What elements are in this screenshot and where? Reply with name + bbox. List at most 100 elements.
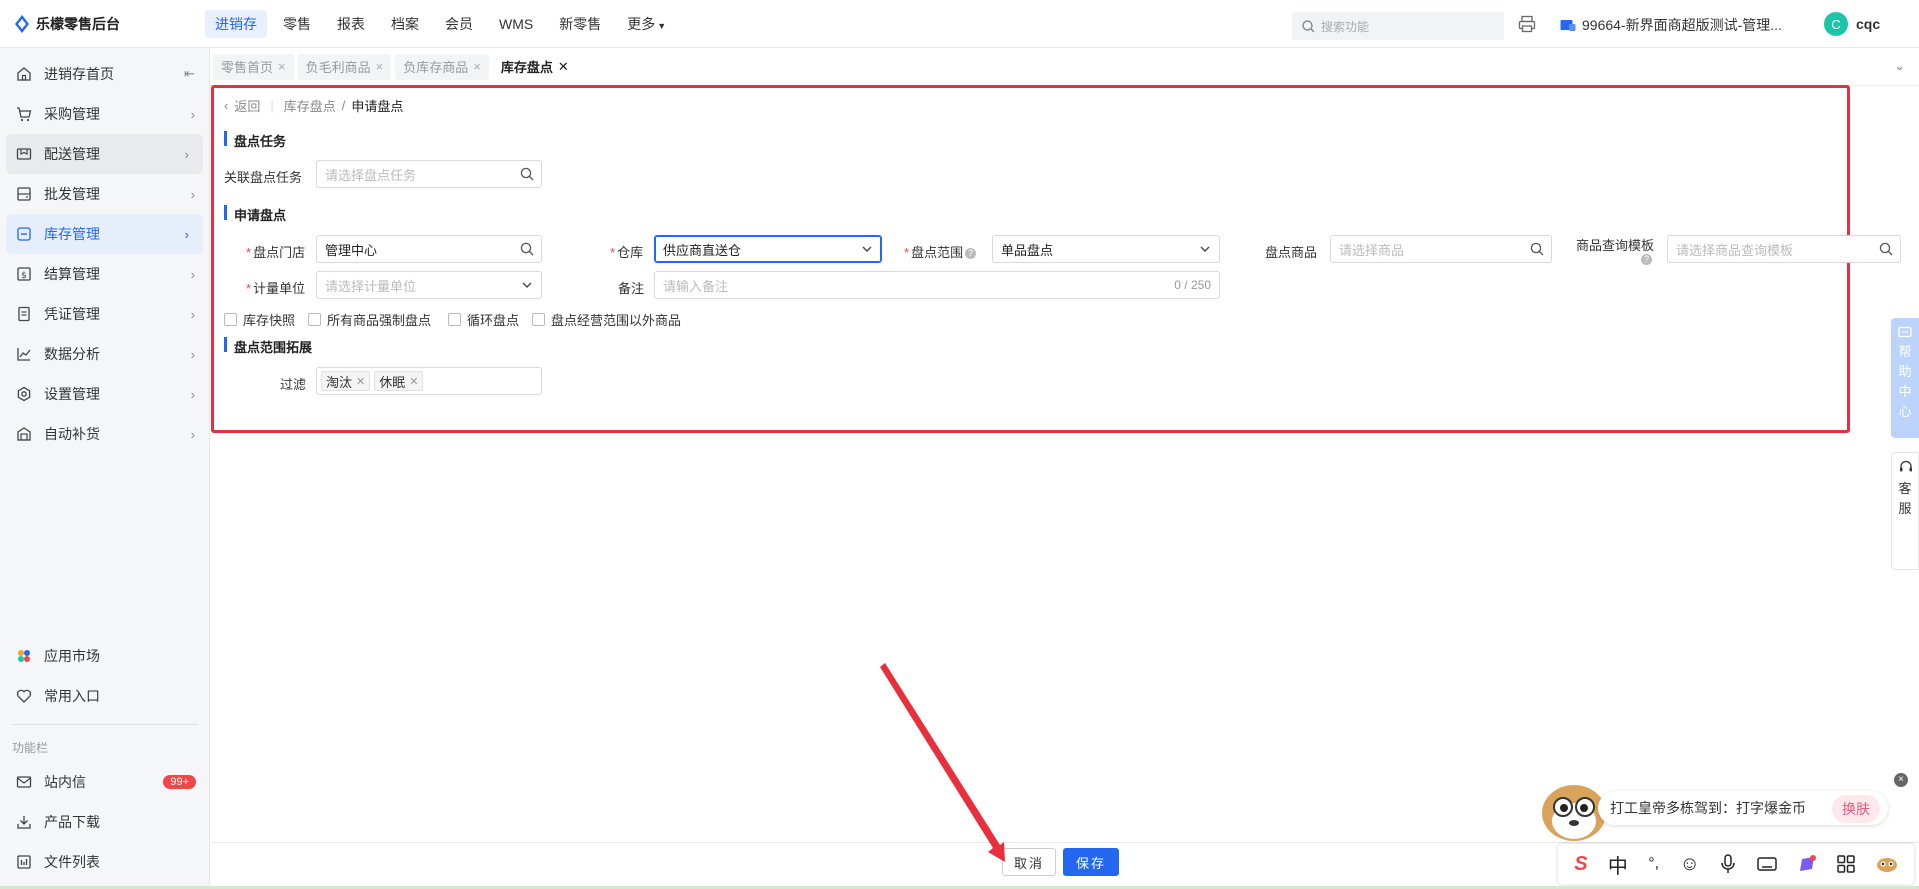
close-icon[interactable]: ✕ xyxy=(409,375,418,388)
app-logo[interactable]: 乐檬零售后台 xyxy=(0,14,205,34)
skin-button[interactable]: 换肤 xyxy=(1832,795,1880,823)
help-center-tab[interactable]: 帮 助 中 心 xyxy=(1891,318,1919,438)
sidebar-item-home[interactable]: 进销存首页 ⇤ xyxy=(0,54,209,94)
topnav-item-inventory[interactable]: 进销存 xyxy=(205,9,267,38)
tag-label: 休眠 xyxy=(379,374,406,390)
back-link[interactable]: ‹ 返回 xyxy=(224,96,260,115)
topnav-item-members[interactable]: 会员 xyxy=(435,10,483,38)
checkbox-cycle[interactable]: 循环盘点 xyxy=(448,310,519,329)
mascot-icon[interactable] xyxy=(1876,855,1898,873)
sidebar-item-label: 库存管理 xyxy=(44,226,100,242)
checkbox-out-of-scope[interactable]: 盘点经营范围以外商品 xyxy=(532,310,681,329)
sidebar-item-files[interactable]: 文件列表 xyxy=(0,842,210,882)
remark-input[interactable]: 请输入备注 0 / 250 xyxy=(654,271,1220,299)
section-title-apply: 申请盘点 xyxy=(224,205,286,224)
store-switcher[interactable]: 99664-新界面商超版测试-管理... xyxy=(1560,15,1782,35)
checkbox-box[interactable] xyxy=(448,313,461,326)
sidebar-item-inventory[interactable]: 库存管理 › xyxy=(6,214,203,254)
sidebar-item-delivery[interactable]: 配送管理 › xyxy=(6,134,203,174)
voucher-icon xyxy=(14,304,34,324)
tab-label: 库存盘点 xyxy=(500,60,553,75)
checkbox-box[interactable] xyxy=(308,313,321,326)
topnav-item-retail[interactable]: 零售 xyxy=(273,10,321,38)
save-button[interactable]: 保存 xyxy=(1063,848,1119,876)
breadcrumb-parent[interactable]: 库存盘点 xyxy=(284,96,336,115)
sidebar-item-wholesale[interactable]: 批发管理 › xyxy=(0,174,209,214)
topnav-item-more[interactable]: 更多 ▼ xyxy=(617,10,676,38)
scope-select[interactable]: 单品盘点 xyxy=(992,235,1220,263)
emoji-icon[interactable]: ☺ xyxy=(1680,853,1700,876)
close-icon[interactable]: × xyxy=(1894,773,1908,787)
warehouse-select[interactable]: 供应商直送仓 xyxy=(654,235,882,263)
checkbox-box[interactable] xyxy=(532,313,545,326)
template-input[interactable]: 请选择商品查询模板 xyxy=(1667,235,1901,263)
topnav-item-reports[interactable]: 报表 xyxy=(327,10,375,38)
goods-input[interactable]: 请选择商品 xyxy=(1330,235,1552,263)
home-icon xyxy=(14,64,34,84)
ime-punct-toggle[interactable]: °, xyxy=(1648,855,1659,873)
sidebar-item-settings[interactable]: 设置管理 › xyxy=(0,374,209,414)
sidebar-item-messages[interactable]: 站内信 99+ xyxy=(0,762,210,802)
sidebar-item-app-market[interactable]: 应用市场 xyxy=(0,636,210,676)
sidebar-item-downloads[interactable]: 产品下载 xyxy=(0,802,210,842)
keyboard-icon[interactable] xyxy=(1756,856,1777,872)
search-input[interactable]: 搜索功能 xyxy=(1292,12,1504,40)
checkbox-label: 库存快照 xyxy=(243,313,296,328)
wholesale-icon xyxy=(14,184,34,204)
unit-label: * 计量单位 xyxy=(246,281,306,296)
checkbox-stock-snapshot[interactable]: 库存快照 xyxy=(224,310,295,329)
tab-negative-stock[interactable]: 负库存商品 × xyxy=(395,53,489,80)
sidebar-item-settlement[interactable]: $ 结算管理 › xyxy=(0,254,209,294)
topnav-item-archive[interactable]: 档案 xyxy=(381,10,429,38)
section-title-ext: 盘点范围拓展 xyxy=(224,337,312,356)
topnav-item-new-retail[interactable]: 新零售 xyxy=(549,10,611,38)
search-icon[interactable] xyxy=(520,242,534,256)
close-icon[interactable]: × xyxy=(278,59,286,74)
sidebar-item-analytics[interactable]: 数据分析 › xyxy=(0,334,209,374)
search-icon[interactable] xyxy=(520,167,534,181)
tab-negative-margin[interactable]: 负毛利商品 × xyxy=(297,53,392,80)
checkbox-force-all[interactable]: 所有商品强制盘点 xyxy=(308,310,431,329)
tab-stocktake[interactable]: 库存盘点 ✕ xyxy=(492,53,577,80)
close-icon[interactable]: × xyxy=(376,59,384,74)
search-icon[interactable] xyxy=(1879,242,1893,256)
close-icon[interactable]: × xyxy=(473,59,481,74)
top-nav: 进销存 零售 报表 档案 会员 WMS 新零售 更多 ▼ xyxy=(205,9,676,38)
search-icon[interactable] xyxy=(1530,242,1544,256)
grid-menu-icon[interactable] xyxy=(1837,855,1856,873)
close-icon[interactable]: ✕ xyxy=(558,59,569,75)
template-label: 商品查询模板? xyxy=(1576,235,1654,265)
tab-retail-home[interactable]: 零售首页 × xyxy=(213,53,294,80)
task-input[interactable]: 请选择盘点任务 xyxy=(316,160,542,188)
skin-icon[interactable] xyxy=(1797,854,1817,874)
checkbox-box[interactable] xyxy=(224,313,237,326)
printer-icon[interactable] xyxy=(1518,15,1536,33)
sidebar-item-voucher[interactable]: 凭证管理 › xyxy=(0,294,209,334)
store-input[interactable]: 管理中心 xyxy=(316,235,542,263)
tab-label: 负毛利商品 xyxy=(305,60,371,75)
checkbox-label: 循环盘点 xyxy=(467,313,520,328)
caret-down-icon: ▼ xyxy=(657,20,667,31)
collapse-sidebar-icon[interactable]: ⇤ xyxy=(184,66,195,82)
unit-select[interactable]: 请选择计量单位 xyxy=(316,271,542,299)
customer-service-tab[interactable]: 客 服 xyxy=(1891,452,1919,570)
user-menu[interactable]: C cqc xyxy=(1824,12,1880,36)
filter-select[interactable]: 淘汰 ✕ 休眠 ✕ xyxy=(316,367,542,395)
ime-lang-toggle[interactable]: 中 xyxy=(1608,850,1628,879)
help-icon[interactable]: ? xyxy=(1641,254,1653,265)
sidebar-item-label: 自动补货 xyxy=(44,426,100,442)
close-icon[interactable]: ✕ xyxy=(356,375,365,388)
topnav-item-wms[interactable]: WMS xyxy=(489,12,543,36)
sogou-logo-icon[interactable]: S xyxy=(1574,853,1587,876)
help-icon[interactable]: ? xyxy=(965,248,977,260)
sidebar-item-purchase[interactable]: 采购管理 › xyxy=(0,94,209,134)
chevron-right-icon: › xyxy=(190,386,195,402)
sidebar-item-replenish[interactable]: 自动补货 › xyxy=(0,414,209,454)
cancel-button[interactable]: 取消 xyxy=(1002,848,1056,876)
sidebar-item-favorites[interactable]: 常用入口 xyxy=(0,676,210,716)
chevron-down-icon[interactable]: ⌄ xyxy=(1894,58,1905,74)
download-icon xyxy=(14,812,34,832)
microphone-icon[interactable] xyxy=(1720,854,1736,874)
app-title: 乐檬零售后台 xyxy=(36,15,120,32)
ime-tip-bubble[interactable]: 打工皇帝多栋驾到：打字爆金币 换肤 xyxy=(1598,791,1888,825)
